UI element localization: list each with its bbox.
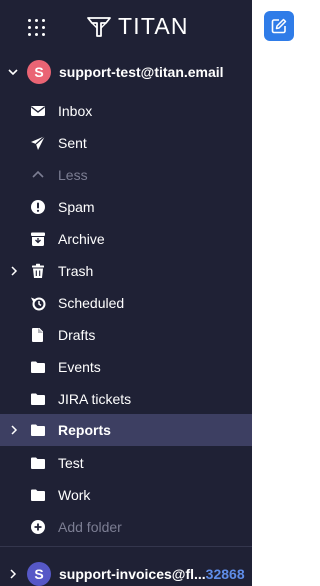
folder-label: Less: [58, 167, 88, 183]
clock-send-icon: [31, 297, 46, 311]
grid-dot: [35, 26, 38, 29]
folder-trash[interactable]: Trash: [0, 255, 252, 287]
titan-logo-icon: [87, 16, 111, 37]
draft-icon: [32, 328, 43, 342]
folder-label: Spam: [58, 199, 95, 215]
chevron-down-icon[interactable]: [7, 66, 19, 78]
folder-test[interactable]: Test: [0, 447, 252, 479]
folder-label: Test: [58, 455, 84, 471]
grid-dot: [42, 33, 45, 36]
avatar: S: [27, 562, 51, 586]
account-row-support-invoices[interactable]: S support-invoices@fl...32868: [0, 558, 252, 586]
folder-scheduled[interactable]: Scheduled: [0, 287, 252, 319]
plus-circle-icon: [31, 520, 45, 534]
titan-logo: TITAN: [86, 13, 189, 40]
grid-dot: [42, 19, 45, 22]
folder-label: JIRA tickets: [58, 391, 132, 407]
folder-icon: [31, 457, 45, 469]
folder-label: Sent: [58, 135, 87, 151]
compose-icon: [271, 18, 287, 34]
archive-icon: [31, 232, 45, 246]
folder-reports[interactable]: Reports: [0, 414, 252, 446]
chevron-right-icon[interactable]: [8, 265, 20, 277]
chevron-right-icon[interactable]: [7, 568, 19, 580]
account-email: support-test@titan.email: [59, 64, 224, 80]
grid-dot: [28, 19, 31, 22]
folder-label: Add folder: [58, 519, 122, 535]
folder-icon: [31, 424, 45, 436]
grid-dot: [28, 33, 31, 36]
logo-text: TITAN: [118, 13, 189, 39]
chevron-up-icon: [32, 170, 44, 178]
folder-spam[interactable]: Spam: [0, 191, 252, 223]
folder-label: Drafts: [58, 327, 96, 343]
folder-icon: [31, 361, 45, 373]
folder-label: Events: [58, 359, 101, 375]
folder-label: Trash: [58, 263, 94, 279]
account-row-support-test[interactable]: S support-test@titan.email: [0, 56, 252, 88]
paper-plane-icon: [31, 135, 46, 150]
grid-dot: [35, 33, 38, 36]
folder-sent[interactable]: Sent: [0, 127, 252, 159]
grid-dot: [42, 26, 45, 29]
trash-icon: [32, 263, 44, 278]
folder-events[interactable]: Events: [0, 351, 252, 383]
show-less-toggle[interactable]: Less: [0, 159, 252, 191]
app-switcher-button[interactable]: [28, 19, 46, 37]
top-bar: TITAN: [0, 0, 252, 52]
folder-work[interactable]: Work: [0, 479, 252, 511]
folder-label: Inbox: [58, 103, 93, 119]
folder-archive[interactable]: Archive: [0, 223, 252, 255]
account-divider: [0, 546, 252, 547]
avatar: S: [27, 60, 51, 84]
folder-label: Reports: [58, 422, 111, 438]
folder-icon: [31, 489, 45, 501]
unread-count: 32868: [205, 566, 245, 582]
compose-button[interactable]: [264, 11, 294, 41]
account-email: support-invoices@fl...32868: [59, 566, 245, 582]
alert-circle-icon: [31, 200, 45, 214]
folder-drafts[interactable]: Drafts: [0, 319, 252, 351]
folder-label: Archive: [58, 231, 105, 247]
add-folder-button[interactable]: Add folder: [0, 511, 252, 543]
folder-label: Work: [58, 487, 91, 503]
account-email-text: support-invoices@fl...: [59, 566, 206, 582]
sidebar: TITAN S support-test@titan.email Inbox S…: [0, 0, 252, 586]
folder-jira-tickets[interactable]: JIRA tickets: [0, 383, 252, 415]
chevron-right-icon[interactable]: [8, 424, 20, 436]
grid-dot: [35, 19, 38, 22]
grid-dot: [28, 26, 31, 29]
envelope-icon: [31, 106, 45, 116]
folder-icon: [31, 393, 45, 405]
folder-inbox[interactable]: Inbox: [0, 95, 252, 127]
folder-label: Scheduled: [58, 295, 125, 311]
